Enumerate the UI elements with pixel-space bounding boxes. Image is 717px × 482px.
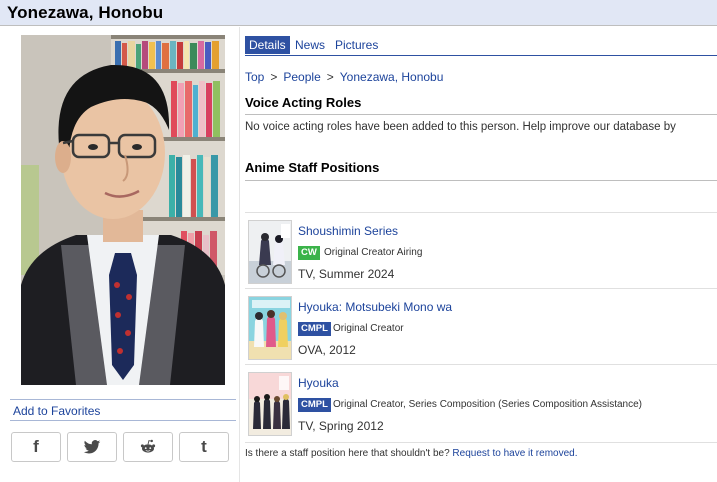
footer-question: Is there a staff position here that shou…: [245, 448, 450, 459]
breadcrumb-people[interactable]: People: [283, 70, 320, 84]
left-sidebar: Add to Favorites f t: [0, 27, 240, 482]
anime-title-link[interactable]: Shoushimin Series: [298, 224, 398, 238]
voice-acting-divider: [245, 114, 717, 115]
staff-divider: [245, 180, 717, 181]
share-buttons: f t: [11, 432, 231, 462]
facebook-share-button[interactable]: f: [11, 432, 61, 462]
anime-season: OVA, 2012: [298, 343, 356, 357]
tab-divider: [245, 55, 717, 56]
staff-role: Original Creator: [333, 323, 404, 334]
twitter-icon: [83, 440, 101, 454]
status-badge: CMPL: [298, 398, 331, 412]
breadcrumb-person[interactable]: Yonezawa, Honobu: [340, 70, 444, 84]
reddit-icon: [140, 439, 156, 453]
status-badge: CMPL: [298, 322, 331, 336]
tab-news[interactable]: News: [295, 36, 325, 54]
anime-cover-image[interactable]: [248, 372, 292, 436]
staff-role: Original Creator Airing: [324, 247, 423, 258]
tab-pictures[interactable]: Pictures: [335, 36, 378, 54]
favorites-row: Add to Favorites: [10, 399, 236, 421]
page-header: Yonezawa, Honobu: [0, 0, 717, 26]
reddit-share-button[interactable]: [123, 432, 173, 462]
staff-footer-note: Is there a staff position here that shou…: [245, 448, 578, 459]
anime-season: TV, Spring 2012: [298, 419, 384, 433]
person-name-title: Yonezawa, Honobu: [7, 3, 164, 22]
staff-row: Hyouka CMPL Original Creator, Series Com…: [245, 364, 717, 440]
tab-details[interactable]: Details: [245, 36, 290, 54]
staff-list-bottom-divider: [245, 442, 717, 443]
anime-title-link[interactable]: Hyouka: [298, 376, 339, 390]
tumblr-icon: t: [201, 437, 207, 456]
status-badge: CW: [298, 246, 320, 260]
staff-role: Original Creator, Series Composition (Se…: [333, 399, 643, 410]
tumblr-share-button[interactable]: t: [179, 432, 229, 462]
anime-title-link[interactable]: Hyouka: Motsubeki Mono wa: [298, 300, 452, 314]
staff-heading: Anime Staff Positions: [245, 160, 380, 175]
anime-season: TV, Summer 2024: [298, 267, 395, 281]
voice-acting-heading: Voice Acting Roles: [245, 95, 362, 110]
anime-cover-image[interactable]: [248, 220, 292, 284]
staff-row: Hyouka: Motsubeki Mono wa CMPL Original …: [245, 288, 717, 364]
anime-cover-image[interactable]: [248, 296, 292, 360]
breadcrumb: Top > People > Yonezawa, Honobu: [245, 70, 444, 84]
facebook-icon: f: [33, 437, 39, 456]
staff-row: Shoushimin Series CW Original Creator Ai…: [245, 212, 717, 288]
twitter-share-button[interactable]: [67, 432, 117, 462]
request-removal-link[interactable]: Request to have it removed.: [452, 448, 577, 459]
person-portrait: [21, 35, 225, 385]
add-to-favorites-link[interactable]: Add to Favorites: [13, 404, 100, 418]
voice-acting-empty-text: No voice acting roles have been added to…: [245, 121, 676, 133]
breadcrumb-top[interactable]: Top: [245, 70, 264, 84]
